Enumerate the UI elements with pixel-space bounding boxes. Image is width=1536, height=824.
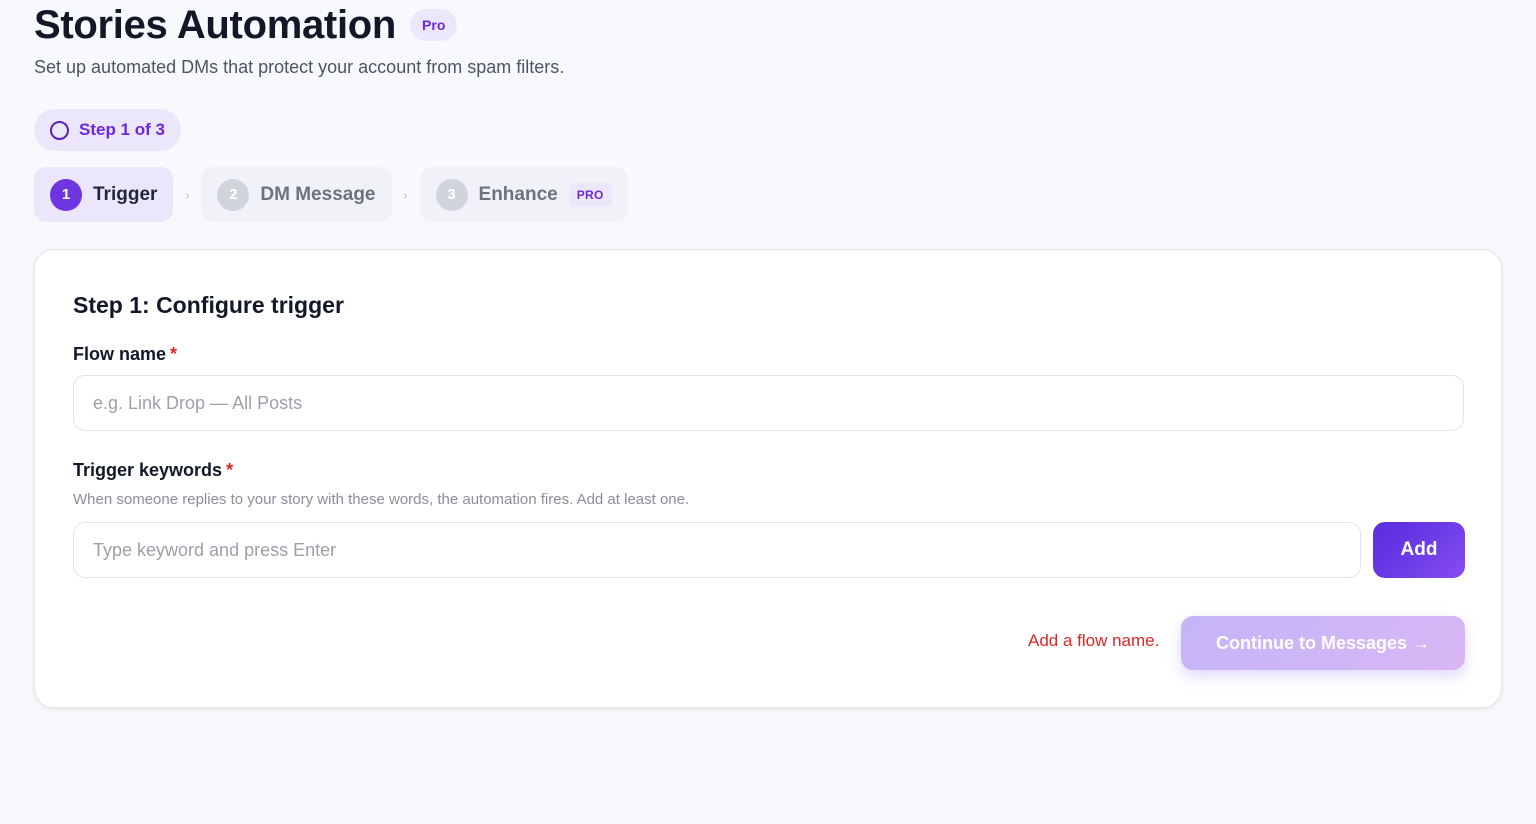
step-tab-dm-message[interactable]: 2 DM Message	[201, 167, 392, 222]
step-number: 1	[50, 178, 82, 211]
required-asterisk: *	[170, 344, 178, 364]
page-subtitle: Set up automated DMs that protect your a…	[34, 57, 565, 77]
circle-progress-icon	[50, 120, 69, 140]
add-keyword-button[interactable]: Add	[1373, 522, 1465, 578]
flow-name-label-text: Flow name	[73, 344, 167, 364]
chevron-right-icon: ›	[403, 186, 408, 203]
step-number: 3	[435, 178, 468, 211]
title-row: Stories Automation Pro	[34, 2, 458, 48]
pro-badge: Pro	[410, 9, 458, 41]
keyword-input[interactable]	[73, 522, 1361, 578]
flow-name-label: Flow name *	[73, 344, 177, 365]
required-asterisk: *	[226, 460, 234, 480]
step-number: 2	[217, 178, 250, 211]
step-tab-enhance[interactable]: 3 Enhance PRO	[419, 167, 628, 222]
configure-trigger-card: Step 1: Configure trigger Flow name* Tri…	[34, 249, 1502, 708]
step-label: Trigger	[93, 183, 158, 205]
card-title: Step 1: Configure trigger	[73, 292, 344, 318]
step-label: DM Message	[260, 183, 376, 205]
validation-error: Add a flow name.	[1028, 631, 1160, 650]
continue-to-messages-button[interactable]: Continue to Messages →	[1181, 616, 1465, 670]
step-progress-indicator: Step 1 of 3	[34, 109, 181, 151]
page-title: Stories Automation	[34, 3, 397, 47]
page: Stories Automation Pro Set up automated …	[0, 0, 1536, 824]
chevron-right-icon: ›	[185, 186, 190, 203]
step-tab-trigger[interactable]: 1 Trigger	[34, 167, 174, 222]
trigger-keywords-label: Trigger keywords *	[73, 460, 233, 481]
flow-name-input[interactable]	[73, 375, 1464, 431]
pro-tag: PRO	[568, 182, 612, 207]
trigger-keywords-label-text: Trigger keywords	[73, 460, 223, 480]
step-progress-label: Step 1 of 3	[79, 120, 165, 139]
stepper: 1 Trigger › 2 DM Message › 3 Enhance PRO	[34, 167, 628, 222]
step-label: Enhance	[478, 183, 558, 205]
keywords-help-text: When someone replies to your story with …	[73, 491, 690, 508]
